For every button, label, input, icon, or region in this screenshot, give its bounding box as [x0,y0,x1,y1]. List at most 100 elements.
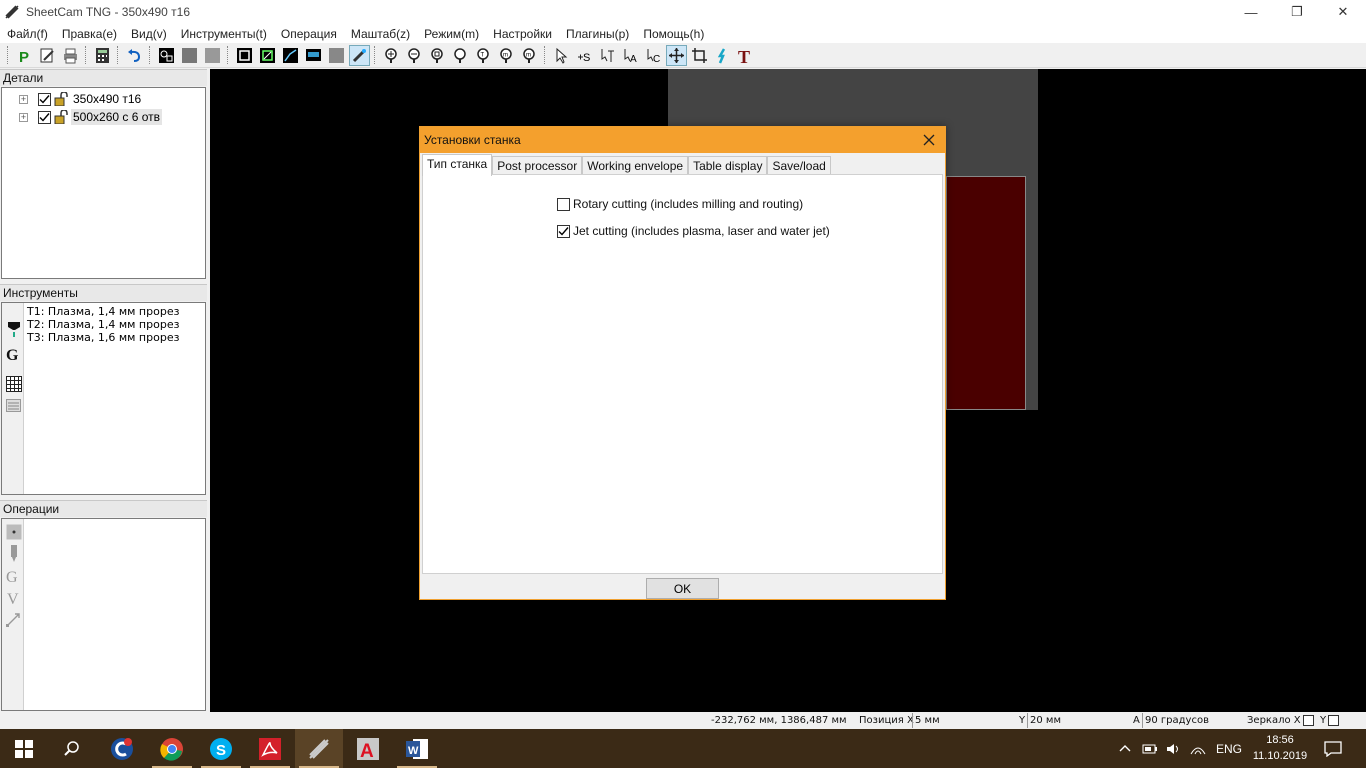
fill-icon[interactable] [179,45,200,66]
tree-item[interactable]: + 500x260 с 6 отв [2,108,162,126]
p-icon[interactable]: P [14,45,35,66]
toolbar-grip[interactable] [117,46,120,64]
rotary-cutting-option[interactable]: Rotary cutting (includes milling and rou… [557,197,803,211]
y-field[interactable]: 20 мм [1027,713,1127,728]
zoom-all-icon[interactable]: m [496,45,517,66]
mirror-x-checkbox[interactable] [1302,714,1314,726]
search-button[interactable] [48,729,96,768]
rotary-cutting-checkbox[interactable] [557,197,570,211]
fill2-icon[interactable] [202,45,223,66]
menu-zoom[interactable]: Маштаб(z) [344,27,417,41]
text-icon[interactable]: T [735,45,756,66]
ok-button[interactable]: OK [646,578,719,599]
toolbar-grip[interactable] [544,46,547,64]
toolbar-grip[interactable] [85,46,88,64]
vcarve-op-icon[interactable]: V [5,589,22,606]
language-indicator[interactable]: ENG [1216,742,1242,756]
visibility-checkbox[interactable] [38,92,51,106]
crop-icon[interactable] [689,45,710,66]
start-button[interactable] [0,729,48,768]
node-c-icon[interactable]: C [643,45,664,66]
menu-settings[interactable]: Настройки [486,27,559,41]
tab-machine-type[interactable]: Тип станка [422,154,493,176]
maximize-button[interactable]: ❐ [1274,0,1320,24]
tree-item-label[interactable]: 500x260 с 6 отв [71,109,162,125]
menu-operation[interactable]: Операция [274,27,344,41]
list-item[interactable]: T1: Плазма, 1,4 мм прорез [27,305,179,318]
rotary-cutting-label[interactable]: Rotary cutting (includes milling and rou… [573,197,803,211]
tree-item[interactable]: + 350x490 т16 [2,90,143,108]
torch-icon[interactable] [712,45,733,66]
path-icon[interactable] [280,45,301,66]
menu-plugins[interactable]: Плагины(p) [559,27,636,41]
volume-icon[interactable] [1166,742,1182,756]
clock[interactable]: 18:56 11.10.2019 [1244,732,1316,764]
plasma-op-icon[interactable] [5,611,22,628]
node-a-icon[interactable]: A [620,45,641,66]
menu-file[interactable]: Файл(f) [0,27,55,41]
toolbar-grip[interactable] [149,46,152,64]
a-field[interactable]: 90 градусов [1142,713,1238,728]
shade-icon[interactable] [326,45,347,66]
tree-item-label[interactable]: 350x490 т16 [71,91,143,107]
zoom-table-icon[interactable]: T [473,45,494,66]
dialog-close-button[interactable] [913,127,945,153]
unlock-icon[interactable] [54,110,68,124]
part-icon[interactable] [234,45,255,66]
jet-cutting-label[interactable]: Jet cutting (includes plasma, laser and … [573,224,830,238]
part-edge-icon[interactable] [257,45,278,66]
ccleaner-app[interactable] [98,729,146,768]
tab-table-display[interactable]: Table display [688,156,768,176]
mirror-y-checkbox[interactable] [1328,714,1340,726]
table-icon[interactable] [5,375,22,392]
word-app[interactable]: W [393,729,441,768]
wifi-icon[interactable] [1190,742,1206,756]
laser-icon[interactable] [349,44,370,66]
list-item[interactable]: T3: Плазма, 1,6 мм прорез [27,331,179,344]
zoom-part-icon[interactable]: m [519,45,540,66]
jet-cutting-checkbox[interactable] [557,224,570,238]
gcode-op-icon[interactable]: G [5,567,22,584]
print-icon[interactable] [60,45,81,66]
autocad-app[interactable]: A [344,729,392,768]
drill-op-icon[interactable] [5,523,22,540]
tool-list-icon[interactable] [5,397,22,414]
menu-view[interactable]: Вид(v) [124,27,174,41]
menu-mode[interactable]: Режим(m) [417,27,486,41]
expand-icon[interactable]: + [19,94,28,104]
skype-app[interactable]: S [197,729,245,768]
part-shape[interactable] [946,176,1026,410]
zoom-fit-icon[interactable] [450,45,471,66]
jet-cutting-option[interactable]: Jet cutting (includes plasma, laser and … [557,224,830,238]
menu-help[interactable]: Помощь(h) [636,27,711,41]
tab-working-envelope[interactable]: Working envelope [582,156,689,176]
zoom-in-icon[interactable] [381,45,402,66]
notifications-button[interactable] [1324,729,1342,768]
visibility-checkbox[interactable] [38,110,51,124]
dialog-title-bar[interactable]: Установки станка [420,127,945,153]
menu-edit[interactable]: Правка(e) [55,27,124,41]
menu-tools[interactable]: Инструменты(t) [174,27,274,41]
gcode-icon[interactable]: G [5,345,22,362]
calculator-icon[interactable] [92,45,113,66]
edit-icon[interactable] [37,45,58,66]
tab-post-processor[interactable]: Post processor [492,156,583,176]
minimize-button[interactable]: — [1228,0,1274,24]
display-icon[interactable] [303,45,324,66]
zoom-out-icon[interactable] [404,45,425,66]
cut-op-icon[interactable] [5,545,22,562]
contour-icon[interactable] [156,45,177,66]
toolbar-grip[interactable] [7,46,10,64]
acrobat-app[interactable] [246,729,294,768]
move-icon[interactable] [666,44,687,66]
tab-save-load[interactable]: Save/load [767,156,831,176]
pos-x-field[interactable]: 5 мм [912,713,1012,728]
toolbar-grip[interactable] [227,46,230,64]
chrome-app[interactable] [148,729,196,768]
close-button[interactable]: ✕ [1320,0,1366,24]
toolbar-grip[interactable] [374,46,377,64]
battery-icon[interactable] [1142,742,1158,756]
zoom-window-icon[interactable] [427,45,448,66]
chevron-up-icon[interactable] [1118,742,1132,756]
undo-icon[interactable] [124,45,145,66]
